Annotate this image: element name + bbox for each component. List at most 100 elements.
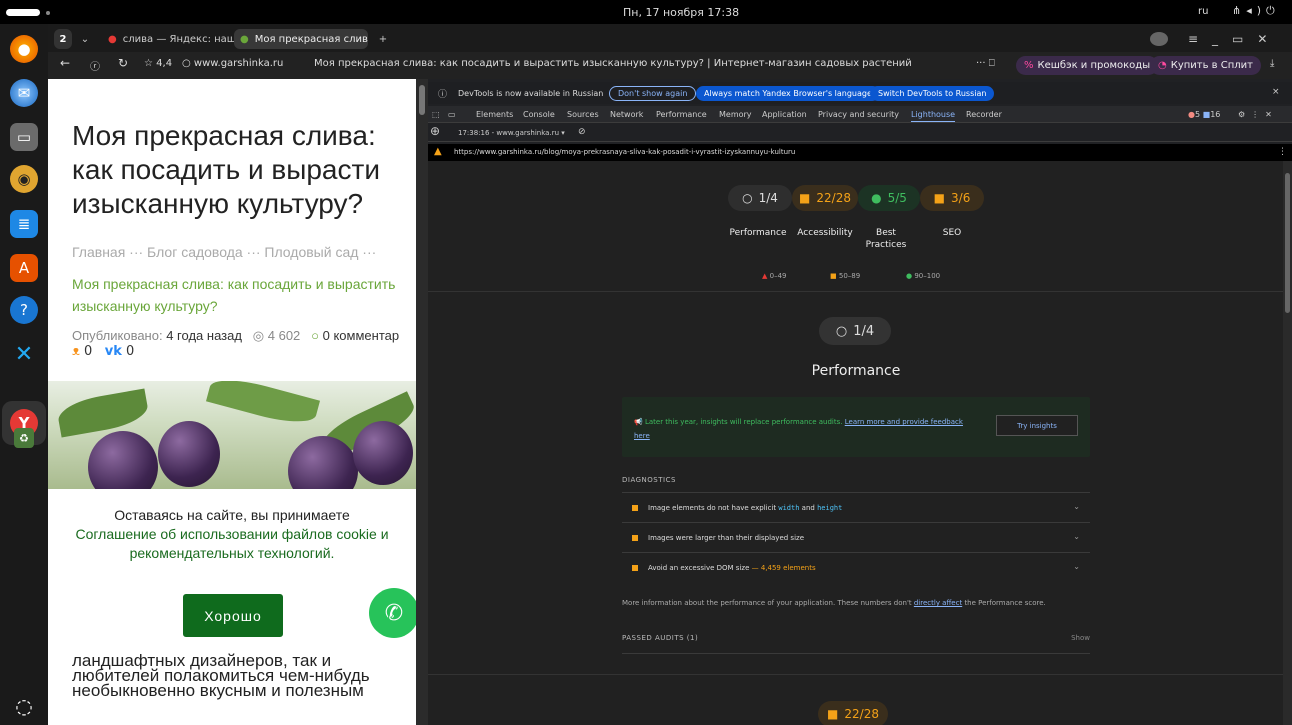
url-menu-icon[interactable]: ⋮	[1278, 147, 1287, 157]
report-url[interactable]: https://www.garshinka.ru/blog/moya-prekr…	[454, 148, 795, 156]
report-scrollbar[interactable]	[1283, 161, 1292, 725]
chevron-down-icon[interactable]: ⌄	[1073, 562, 1080, 571]
warning-square-icon	[632, 535, 638, 541]
legend-range: 0–49	[769, 272, 787, 280]
new-report-icon[interactable]: ⊕	[430, 124, 440, 138]
split-button[interactable]: ◔ Купить в Сплит	[1150, 56, 1261, 75]
close-infobar-icon[interactable]: ×	[1272, 87, 1280, 97]
back-icon[interactable]: ←	[60, 56, 70, 70]
keyboard-language[interactable]: ru	[1198, 6, 1208, 17]
score-value: 3/6	[951, 191, 971, 205]
page-scrollbar[interactable]	[416, 79, 428, 725]
audit-dom-size[interactable]: Avoid an excessive DOM size — 4,459 elem…	[622, 552, 1090, 582]
inspect-icon[interactable]: ⬚	[432, 110, 440, 119]
dont-show-again-button[interactable]: Don't show again	[609, 86, 697, 101]
ok-icon[interactable]: ᴥ	[72, 344, 80, 359]
window-controls[interactable]: ≡_▭✕	[1182, 29, 1292, 49]
trash-icon[interactable]: ♻	[14, 428, 34, 448]
learn-more-link[interactable]: Learn more and provide feedback	[845, 418, 963, 426]
directly-affect-link[interactable]: directly affect	[914, 599, 962, 607]
system-tray[interactable]: ⋔◂)⏻	[1232, 4, 1280, 18]
site-rating[interactable]: ☆ 4,4	[144, 58, 172, 69]
thunderbird-icon[interactable]: ✉	[10, 79, 38, 107]
score-best-practices[interactable]: ● 5/5	[858, 185, 920, 211]
here-link[interactable]: here	[634, 432, 650, 440]
address-domain[interactable]: ○ www.garshinka.ru	[182, 58, 283, 69]
scrollbar-thumb[interactable]	[1285, 173, 1290, 313]
writer-icon[interactable]: ≣	[10, 210, 38, 238]
report-selector[interactable]: 17:38:16 - www.garshinka.ru ▾	[458, 129, 565, 137]
reload-icon[interactable]: ↻	[118, 56, 128, 70]
leaf-shape	[205, 381, 321, 430]
show-toggle[interactable]: Show	[1071, 634, 1090, 642]
score-performance[interactable]: ○ 1/4	[728, 185, 792, 211]
performance-score-pill: ○ 1/4	[819, 317, 891, 345]
more-icon[interactable]: ··· ⎕	[976, 58, 995, 69]
views-count: 4 602	[267, 328, 301, 343]
rhythmbox-icon[interactable]: ◉	[10, 165, 38, 193]
issues-counter[interactable]: ●5 ■16	[1188, 110, 1220, 119]
power-icon[interactable]: ⏻	[1266, 4, 1280, 17]
insight-message: Later this year, insights will replace p…	[644, 418, 843, 426]
performance-heading: Performance	[811, 363, 901, 379]
activities-indicator[interactable]	[6, 9, 40, 16]
profile-avatar[interactable]	[1150, 32, 1168, 46]
tabs-dropdown-icon[interactable]: ⌄	[78, 29, 92, 49]
tab-application[interactable]: Application	[762, 110, 807, 119]
workspace-dot	[46, 11, 50, 15]
new-tab-icon[interactable]: +	[374, 29, 392, 49]
chevron-down-icon[interactable]: ⌄	[1073, 532, 1080, 541]
help-icon[interactable]: ?	[10, 296, 38, 324]
tab-lighthouse[interactable]: Lighthouse	[911, 110, 956, 122]
tab-sources[interactable]: Sources	[567, 110, 599, 119]
whatsapp-icon[interactable]: ✆	[369, 588, 416, 638]
tab-privacy-security[interactable]: Privacy and security	[818, 110, 899, 119]
score-accessibility[interactable]: ■ 22/28	[792, 185, 858, 211]
vscode-icon[interactable]: ✕	[10, 340, 38, 368]
network-icon[interactable]: ⋔	[1232, 4, 1246, 17]
firefox-icon[interactable]: ●	[10, 35, 38, 63]
tab-count[interactable]: 2	[54, 29, 72, 49]
show-apps-icon[interactable]: ◌	[10, 692, 38, 720]
audit-unsized-images[interactable]: Image elements do not have explicit widt…	[622, 492, 1090, 522]
performance-footnote: More information about the performance o…	[622, 599, 1046, 607]
tab-performance[interactable]: Performance	[656, 110, 707, 119]
lighthouse-toolbar: ⊕ 17:38:16 - www.garshinka.ru ▾ ⊘	[428, 124, 1292, 142]
body-line: необыкновенно вкусным и полезным	[72, 681, 364, 700]
vk-icon[interactable]: vk	[105, 344, 122, 359]
score-seo[interactable]: ■ 3/6	[920, 185, 984, 211]
address-page-title[interactable]: Моя прекрасная слива: как посадить и выр…	[314, 58, 964, 69]
audit-image-size[interactable]: Images were larger than their displayed …	[622, 522, 1090, 552]
volume-icon[interactable]: ◂)	[1246, 4, 1266, 17]
info-icon: ⓘ	[438, 90, 448, 100]
cookie-accept-button[interactable]: Хорошо	[183, 594, 283, 637]
tab-plum-article[interactable]: ●Моя прекрасная слива×	[234, 29, 368, 49]
tab-elements[interactable]: Elements	[476, 110, 513, 119]
plum-shape	[158, 421, 220, 487]
comments-count[interactable]: 0 комментар	[323, 328, 399, 343]
protect-icon[interactable]: ⓡ	[90, 58, 100, 73]
tab-recorder[interactable]: Recorder	[966, 110, 1002, 119]
try-insights-button[interactable]: Try insights	[996, 415, 1078, 436]
cookie-link[interactable]: Соглашение об использовании файлов cooki…	[75, 526, 388, 561]
tab-console[interactable]: Console	[523, 110, 555, 119]
system-clock[interactable]: Пн, 17 ноября 17:38	[623, 6, 739, 19]
files-icon[interactable]: ▭	[10, 123, 38, 151]
tab-network[interactable]: Network	[610, 110, 643, 119]
download-icon[interactable]: ⤓	[1270, 58, 1274, 69]
switch-to-russian-button[interactable]: Switch DevTools to Russian	[870, 86, 995, 101]
lighthouse-icon: ▲	[434, 146, 442, 157]
cashback-button[interactable]: % Кешбэк и промокоды	[1016, 56, 1159, 75]
passed-audits-row[interactable]: PASSED AUDITS (1) Show	[622, 624, 1090, 654]
breadcrumb[interactable]: Главная ··· Блог садовода ··· Плодовый с…	[72, 244, 376, 260]
chevron-down-icon[interactable]: ⌄	[1073, 502, 1080, 511]
tab-memory[interactable]: Memory	[719, 110, 752, 119]
scrollbar-thumb[interactable]	[419, 85, 425, 115]
clear-icon[interactable]: ⊘	[578, 127, 586, 137]
title-line: как посадить и вырасти	[72, 154, 380, 185]
always-match-language-button[interactable]: Always match Yandex Browser's language	[696, 86, 880, 101]
app-center-icon[interactable]: A	[10, 254, 38, 282]
device-toolbar-icon[interactable]: ▭	[448, 110, 456, 119]
code-width: width	[778, 504, 800, 512]
devtools-menu-icons[interactable]: ⚙⋮✕	[1238, 110, 1278, 119]
